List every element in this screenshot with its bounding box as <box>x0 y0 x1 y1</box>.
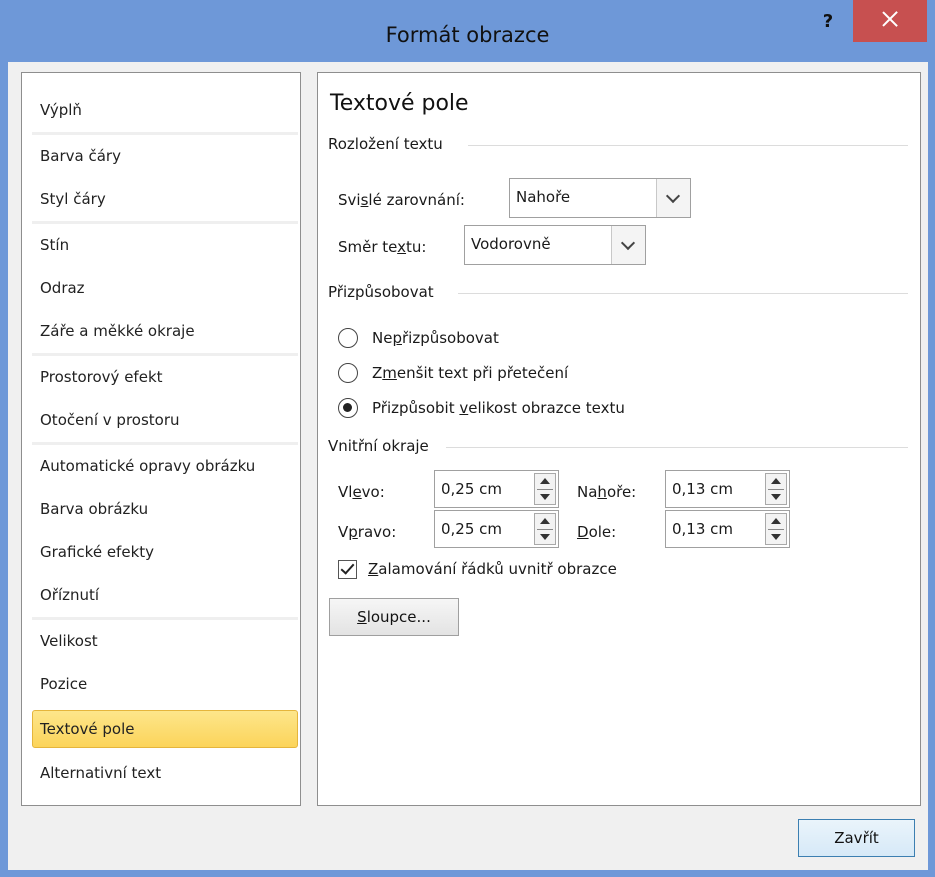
margin-bottom-spinner[interactable]: 0,13 cm <box>665 510 790 548</box>
arrow-up-icon[interactable] <box>771 478 781 484</box>
margin-left-spinner[interactable]: 0,25 cm <box>434 470 559 508</box>
nav-item-stin[interactable]: Stín <box>32 226 298 264</box>
nav-item-barva-obrazku[interactable]: Barva obrázku <box>32 490 298 528</box>
radio-button[interactable] <box>338 328 358 348</box>
title-bar: Formát obrazce ? <box>0 0 935 70</box>
spin-buttons[interactable] <box>765 473 787 505</box>
close-window-button[interactable] <box>853 0 927 42</box>
chevron-down-icon[interactable] <box>656 179 690 217</box>
panel-title: Textové pole <box>330 91 469 116</box>
radio-label: Nepřizpůsobovat <box>372 329 499 347</box>
vertical-alignment-select[interactable]: Nahoře <box>509 178 691 218</box>
arrow-up-icon[interactable] <box>540 478 550 484</box>
nav-separator <box>32 132 298 135</box>
text-direction-value: Vodorovně <box>471 235 551 253</box>
settings-panel: Textové pole Rozložení textu Svislé zaro… <box>317 72 921 806</box>
arrow-down-icon[interactable] <box>771 494 781 500</box>
checkmark-icon <box>340 560 355 575</box>
text-direction-select[interactable]: Vodorovně <box>464 225 646 265</box>
nav-separator <box>32 442 298 445</box>
spin-buttons[interactable] <box>765 513 787 545</box>
nav-item-otoceni[interactable]: Otočení v prostoru <box>32 401 298 439</box>
nav-item-pozice[interactable]: Pozice <box>32 665 298 703</box>
section-divider <box>446 447 908 448</box>
margin-top-label: Nahoře: <box>577 483 637 501</box>
dialog-body: Výplň Barva čáry Styl čáry Stín Odraz Zá… <box>8 62 928 870</box>
nav-item-oriznuti[interactable]: Oříznutí <box>32 576 298 614</box>
wrap-text-checkbox[interactable] <box>338 560 357 579</box>
spin-buttons[interactable] <box>534 513 556 545</box>
margin-left-value: 0,25 cm <box>441 480 503 498</box>
chevron-down-icon[interactable] <box>611 226 645 264</box>
margin-bottom-value: 0,13 cm <box>672 520 734 538</box>
nav-item-styl-cary[interactable]: Styl čáry <box>32 180 298 218</box>
nav-separator <box>32 221 298 224</box>
nav-item-automaticke-opravy[interactable]: Automatické opravy obrázku <box>32 447 298 485</box>
wrap-text-label: Zalamování řádků uvnitř obrazce <box>368 560 617 578</box>
arrow-down-icon[interactable] <box>540 534 550 540</box>
radio-label: Přizpůsobit velikost obrazce textu <box>372 399 625 417</box>
vertical-alignment-value: Nahoře <box>516 188 571 206</box>
nav-item-vypln[interactable]: Výplň <box>32 91 298 129</box>
spin-buttons[interactable] <box>534 473 556 505</box>
nav-item-odraz[interactable]: Odraz <box>32 269 298 307</box>
radio-button[interactable] <box>338 363 358 383</box>
arrow-up-icon[interactable] <box>771 518 781 524</box>
section-margins: Vnitřní okraje <box>328 437 429 455</box>
close-dialog-button[interactable]: Zavřít <box>798 819 915 857</box>
margin-top-spinner[interactable]: 0,13 cm <box>665 470 790 508</box>
nav-separator <box>32 353 298 356</box>
radio-label: Zmenšit text při přetečení <box>372 364 569 382</box>
arrow-down-icon[interactable] <box>540 494 550 500</box>
margin-right-label: Vpravo: <box>338 523 397 541</box>
nav-item-alternativni-text[interactable]: Alternativní text <box>32 754 298 792</box>
margin-top-value: 0,13 cm <box>672 480 734 498</box>
margin-right-value: 0,25 cm <box>441 520 503 538</box>
close-icon <box>882 11 898 27</box>
arrow-down-icon[interactable] <box>771 534 781 540</box>
columns-button[interactable]: Sloupce... <box>329 598 459 636</box>
nav-separator <box>32 617 298 620</box>
vertical-alignment-label: Svislé zarovnání: <box>338 191 465 209</box>
nav-item-textove-pole[interactable]: Textové pole <box>32 710 298 748</box>
arrow-up-icon[interactable] <box>540 518 550 524</box>
section-divider <box>458 293 908 294</box>
dialog-window: Formát obrazce ? Výplň Barva čáry Styl č… <box>0 0 935 877</box>
section-divider <box>468 145 908 146</box>
margin-right-spinner[interactable]: 0,25 cm <box>434 510 559 548</box>
nav-item-barva-cary[interactable]: Barva čáry <box>32 137 298 175</box>
text-direction-label: Směr textu: <box>338 238 427 256</box>
section-autofit: Přizpůsobovat <box>328 283 434 301</box>
margin-bottom-label: Dole: <box>577 523 617 541</box>
nav-item-velikost[interactable]: Velikost <box>32 622 298 660</box>
nav-item-prostorovy-efekt[interactable]: Prostorový efekt <box>32 358 298 396</box>
radio-button-checked[interactable] <box>338 398 358 418</box>
nav-item-zare[interactable]: Záře a měkké okraje <box>32 312 298 350</box>
category-list: Výplň Barva čáry Styl čáry Stín Odraz Zá… <box>21 72 301 806</box>
margin-left-label: Vlevo: <box>338 483 385 501</box>
nav-item-graficke-efekty[interactable]: Grafické efekty <box>32 533 298 571</box>
window-title: Formát obrazce <box>385 23 550 47</box>
help-button[interactable]: ? <box>808 10 848 40</box>
section-layout: Rozložení textu <box>328 135 443 153</box>
